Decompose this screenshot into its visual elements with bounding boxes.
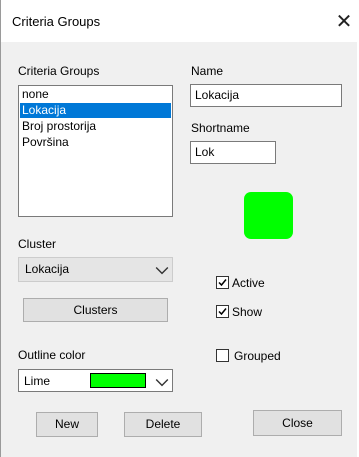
grouped-label: Grouped: [234, 349, 281, 363]
grouped-checkbox[interactable]: [216, 349, 229, 362]
list-item[interactable]: none: [20, 87, 171, 102]
delete-button[interactable]: Delete: [124, 412, 202, 437]
show-label: Show: [232, 305, 263, 319]
active-checkbox[interactable]: [216, 276, 229, 289]
criteria-groups-label: Criteria Groups: [18, 64, 100, 78]
list-item-selected[interactable]: Lokacija: [20, 103, 171, 118]
criteria-groups-list[interactable]: none Lokacija Broj prostorija Površina: [18, 85, 173, 217]
outline-color-label: Outline color: [18, 348, 86, 362]
name-field[interactable]: Lokacija: [190, 84, 342, 107]
cluster-label: Cluster: [18, 237, 57, 251]
title-bar: Criteria Groups ✕: [1, 0, 359, 42]
window-title: Criteria Groups: [12, 14, 101, 29]
active-label: Active: [232, 276, 265, 290]
check-icon: [218, 279, 227, 287]
clusters-button[interactable]: Clusters: [23, 298, 168, 322]
outline-color-swatch: [90, 373, 146, 388]
cluster-select[interactable]: Lokacija: [18, 257, 173, 282]
outline-color-select[interactable]: Lime: [18, 369, 173, 392]
check-icon: [218, 308, 227, 316]
outline-color-value: Lime: [24, 374, 51, 388]
name-label: Name: [191, 64, 224, 78]
chevron-down-icon: [155, 379, 169, 387]
show-checkbox[interactable]: [216, 305, 229, 318]
list-item[interactable]: Broj prostorija: [20, 119, 171, 134]
shortname-label: Shortname: [191, 121, 250, 135]
close-icon[interactable]: ✕: [331, 9, 357, 35]
shortname-field[interactable]: Lok: [190, 141, 276, 164]
new-button[interactable]: New: [36, 412, 98, 437]
group-color-swatch[interactable]: [244, 192, 293, 239]
list-item[interactable]: Površina: [20, 135, 171, 150]
chevron-down-icon: [155, 267, 169, 275]
cluster-select-value: Lokacija: [25, 262, 70, 276]
close-button[interactable]: Close: [253, 410, 342, 436]
